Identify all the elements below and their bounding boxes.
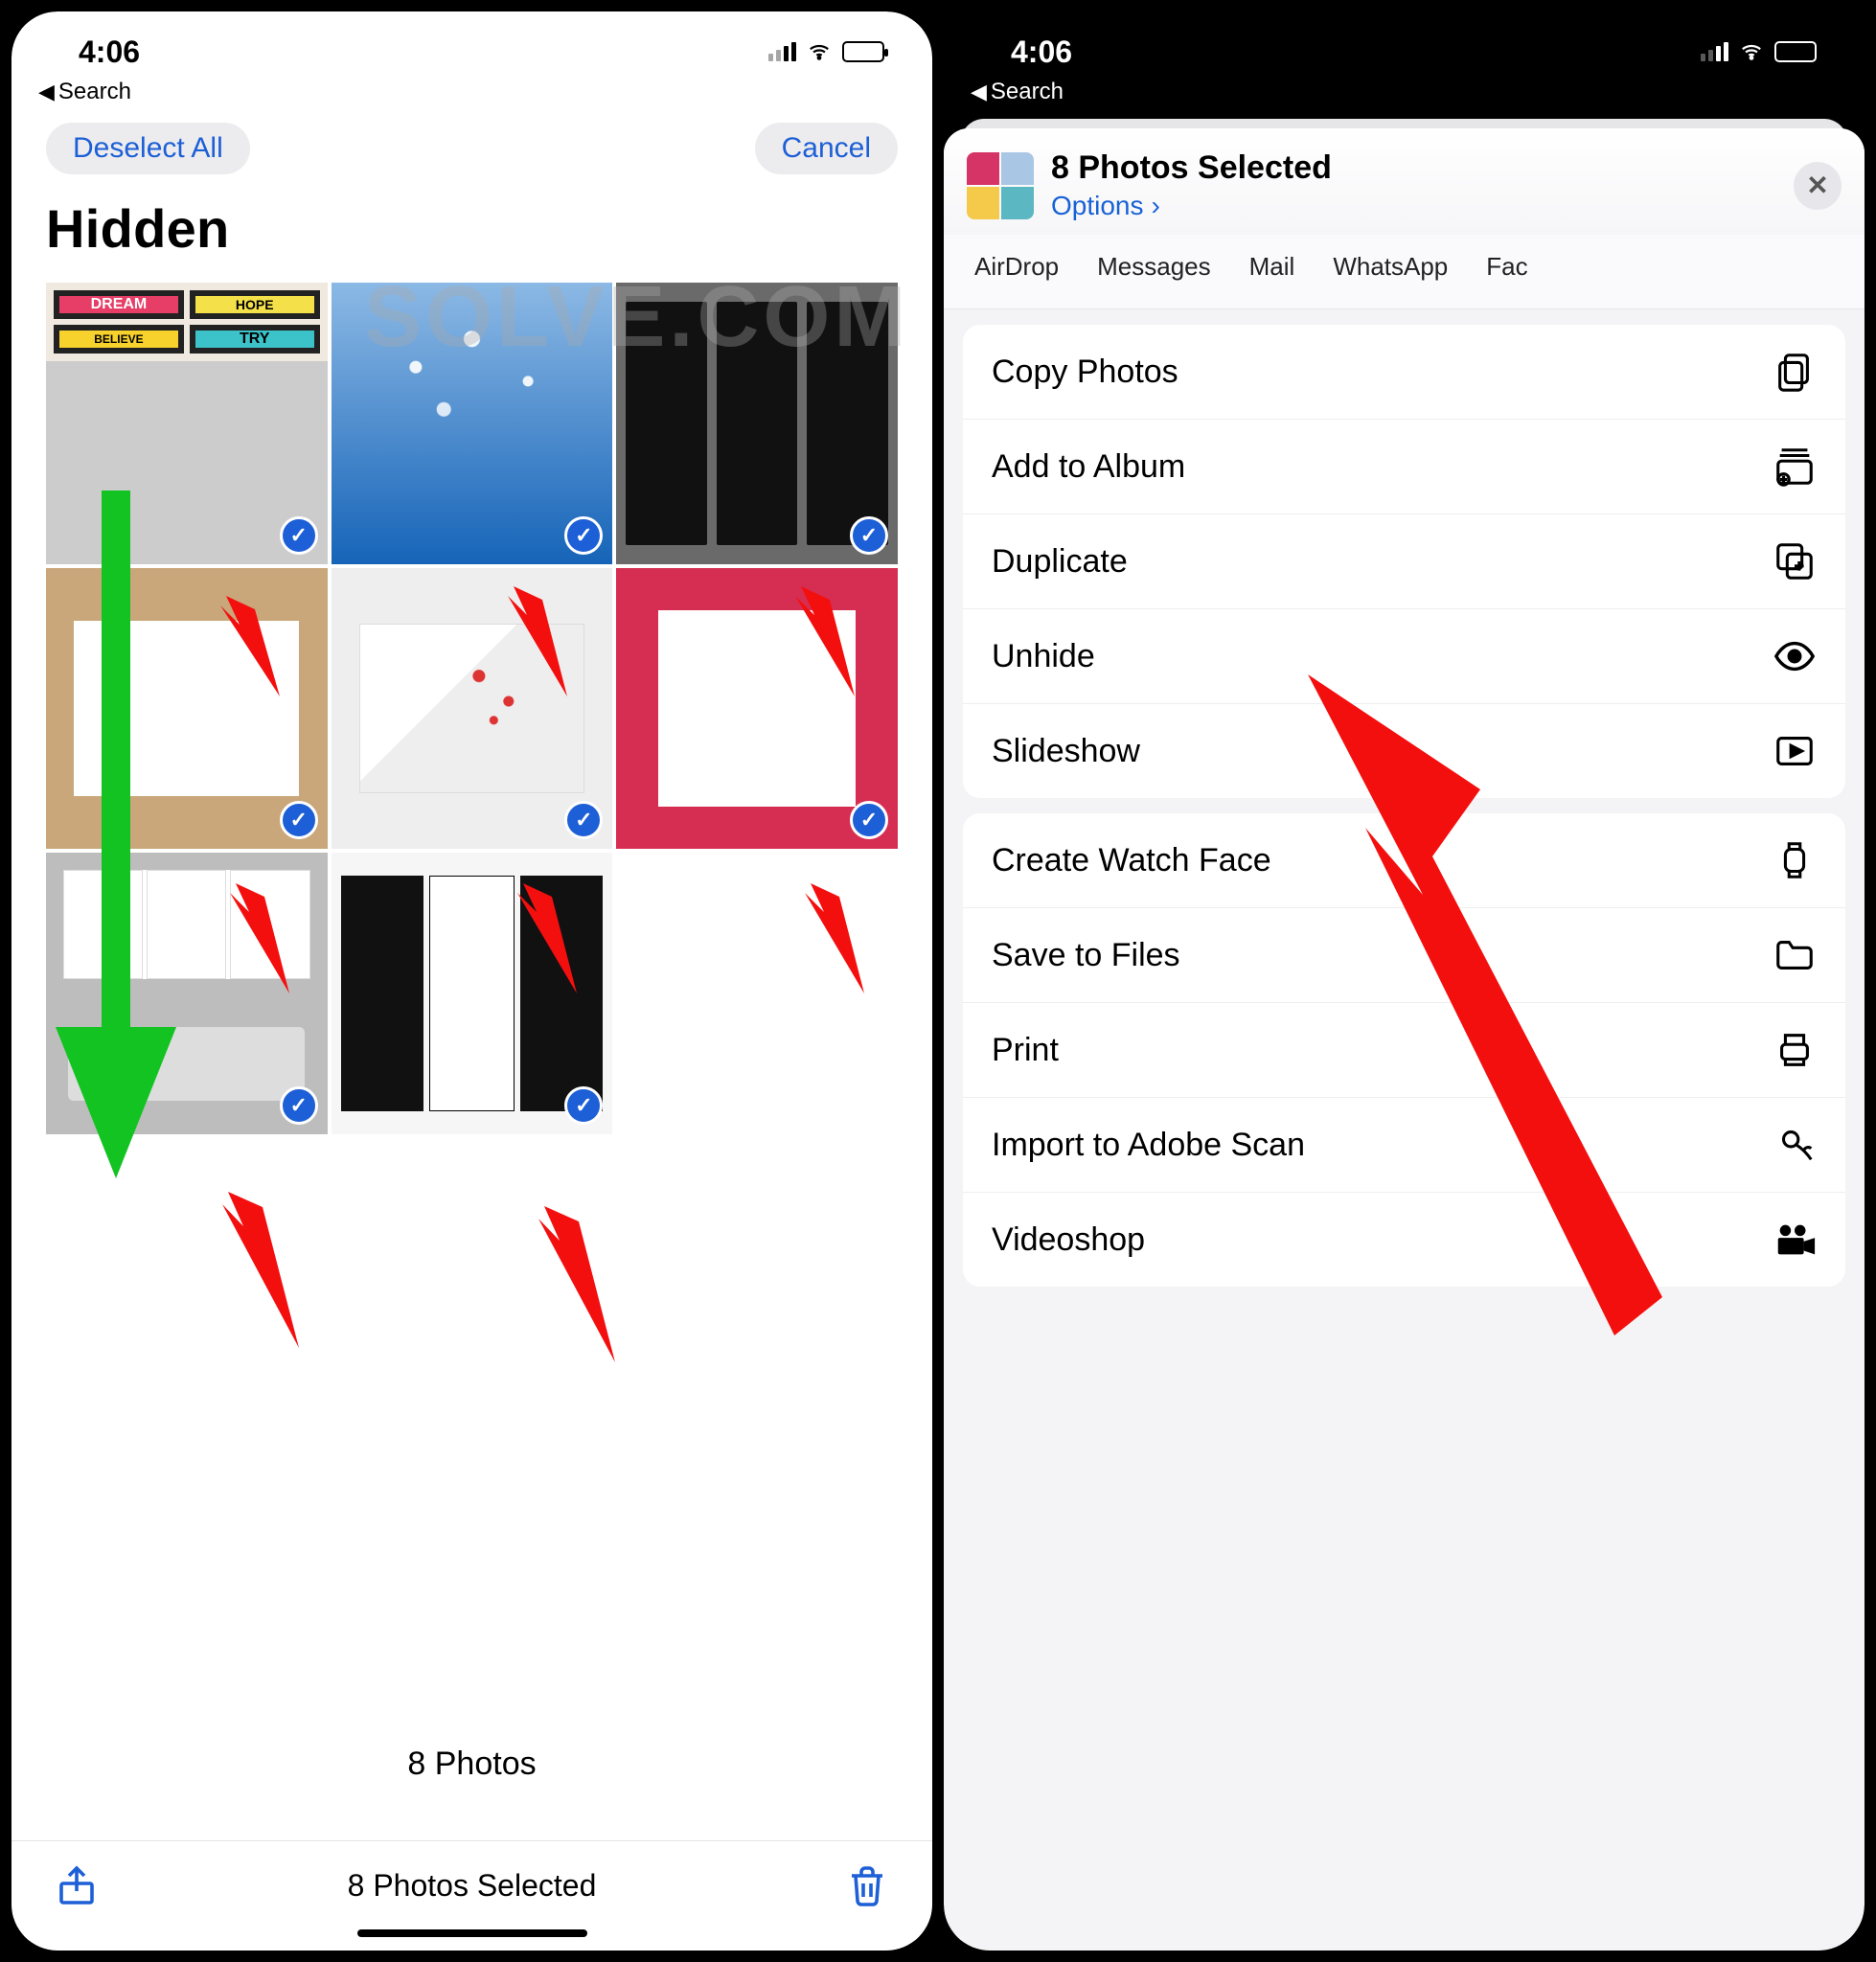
share-sheet-backdrop: 8 Photos Selected Options › ✕ AirDrop Me…	[944, 105, 1865, 1951]
action-duplicate[interactable]: Duplicate	[963, 514, 1845, 609]
copy-icon	[1773, 350, 1817, 394]
phone-left-screen: 4:06 ◀ Search Deselect All Cancel Hidden…	[11, 11, 932, 1951]
video-camera-icon	[1773, 1218, 1817, 1262]
back-label: Search	[58, 79, 131, 105]
wifi-icon	[1738, 41, 1765, 62]
selected-checkmark-icon: ✓	[564, 801, 603, 839]
photo-thumb[interactable]: ✓	[332, 283, 613, 564]
selected-checkmark-icon: ✓	[564, 516, 603, 555]
selected-checkmark-icon: ✓	[280, 801, 318, 839]
photo-thumb[interactable]: ✓	[46, 568, 328, 850]
share-targets-row[interactable]: AirDrop Messages Mail WhatsApp Fac	[944, 235, 1865, 309]
clock: 4:06	[79, 34, 140, 70]
action-unhide[interactable]: Unhide	[963, 609, 1845, 704]
tutorial-arrow-red	[529, 1195, 625, 1367]
battery-icon	[842, 41, 884, 62]
phone-left: 4:06 ◀ Search Deselect All Cancel Hidden…	[11, 11, 932, 1951]
selected-checkmark-icon: ✓	[850, 801, 888, 839]
back-to-search[interactable]: ◀ Search	[944, 79, 1865, 105]
chevron-left-icon: ◀	[38, 80, 55, 104]
photo-grid: DREAM HOPE BELIEVE TRY ✓ ✓ ✓ ✓ ✓ ✓ ✓ ✓	[11, 283, 932, 1134]
share-target[interactable]: Messages	[1097, 252, 1211, 282]
selected-checkmark-icon: ✓	[280, 1086, 318, 1125]
clock: 4:06	[1011, 34, 1072, 70]
back-label: Search	[991, 79, 1064, 105]
album-add-icon	[1773, 445, 1817, 489]
photo-thumb[interactable]: ✓	[616, 568, 898, 850]
photo-thumb[interactable]: DREAM HOPE BELIEVE TRY ✓	[46, 283, 328, 564]
share-target[interactable]: Fac	[1486, 252, 1527, 282]
art-tile: BELIEVE	[54, 325, 184, 354]
art-tile: TRY	[190, 325, 320, 354]
toolbar-title: 8 Photos Selected	[348, 1868, 597, 1904]
action-group: Create Watch Face Save to Files Print	[963, 813, 1845, 1287]
header-actions: Deselect All Cancel	[11, 105, 932, 182]
action-create-watch-face[interactable]: Create Watch Face	[963, 813, 1845, 908]
sheet-thumbnail-preview	[967, 152, 1034, 219]
action-copy-photos[interactable]: Copy Photos	[963, 325, 1845, 420]
battery-icon	[1774, 41, 1817, 62]
options-link[interactable]: Options ›	[1051, 191, 1332, 221]
art-tile: HOPE	[190, 290, 320, 319]
wifi-icon	[806, 41, 833, 62]
watch-icon	[1773, 838, 1817, 882]
share-sheet-header: 8 Photos Selected Options › ✕	[944, 128, 1865, 235]
selected-checkmark-icon: ✓	[280, 516, 318, 555]
chevron-left-icon: ◀	[971, 80, 987, 104]
signal-icon	[768, 42, 796, 61]
photo-thumb[interactable]: ✓	[616, 283, 898, 564]
share-icon[interactable]	[54, 1862, 100, 1908]
status-bar: 4:06	[11, 11, 932, 79]
photo-thumb[interactable]: ✓	[46, 853, 328, 1134]
share-sheet: 8 Photos Selected Options › ✕ AirDrop Me…	[944, 128, 1865, 1951]
album-title: Hidden	[11, 182, 932, 283]
eye-icon	[1773, 634, 1817, 678]
selected-checkmark-icon: ✓	[564, 1086, 603, 1125]
action-videoshop[interactable]: Videoshop	[963, 1193, 1845, 1287]
selected-checkmark-icon: ✓	[850, 516, 888, 555]
phone-right-screen: 4:06 ◀ Search 8 Photos Select	[944, 11, 1865, 1951]
action-print[interactable]: Print	[963, 1003, 1845, 1098]
trash-icon[interactable]	[844, 1862, 890, 1908]
share-target[interactable]: Mail	[1249, 252, 1295, 282]
play-icon	[1773, 729, 1817, 773]
cancel-button[interactable]: Cancel	[755, 123, 898, 174]
status-bar: 4:06	[944, 11, 1865, 79]
folder-icon	[1773, 933, 1817, 977]
status-right	[1701, 41, 1817, 62]
chevron-right-icon: ›	[1152, 191, 1160, 221]
scan-icon	[1773, 1123, 1817, 1167]
bottom-toolbar: 8 Photos Selected	[11, 1840, 932, 1918]
photo-count: 8 Photos	[11, 1745, 932, 1840]
action-add-to-album[interactable]: Add to Album	[963, 420, 1845, 514]
action-group: Copy Photos Add to Album Duplicate	[963, 325, 1845, 798]
signal-icon	[1701, 42, 1728, 61]
action-save-to-files[interactable]: Save to Files	[963, 908, 1845, 1003]
photo-thumb[interactable]: ✓	[332, 853, 613, 1134]
phone-right: 4:06 ◀ Search 8 Photos Select	[944, 11, 1865, 1951]
sheet-title: 8 Photos Selected	[1051, 149, 1332, 187]
status-right	[768, 41, 884, 62]
close-icon[interactable]: ✕	[1794, 162, 1842, 210]
deselect-all-button[interactable]: Deselect All	[46, 123, 250, 174]
home-indicator	[357, 1929, 587, 1937]
duplicate-icon	[1773, 539, 1817, 583]
share-target[interactable]: WhatsApp	[1333, 252, 1448, 282]
art-tile: DREAM	[54, 290, 184, 319]
action-slideshow[interactable]: Slideshow	[963, 704, 1845, 798]
share-target[interactable]: AirDrop	[974, 252, 1059, 282]
back-to-search[interactable]: ◀ Search	[11, 79, 932, 105]
print-icon	[1773, 1028, 1817, 1072]
tutorial-arrow-red	[213, 1180, 309, 1353]
action-adobe-scan[interactable]: Import to Adobe Scan	[963, 1098, 1845, 1193]
photo-thumb[interactable]: ✓	[332, 568, 613, 850]
